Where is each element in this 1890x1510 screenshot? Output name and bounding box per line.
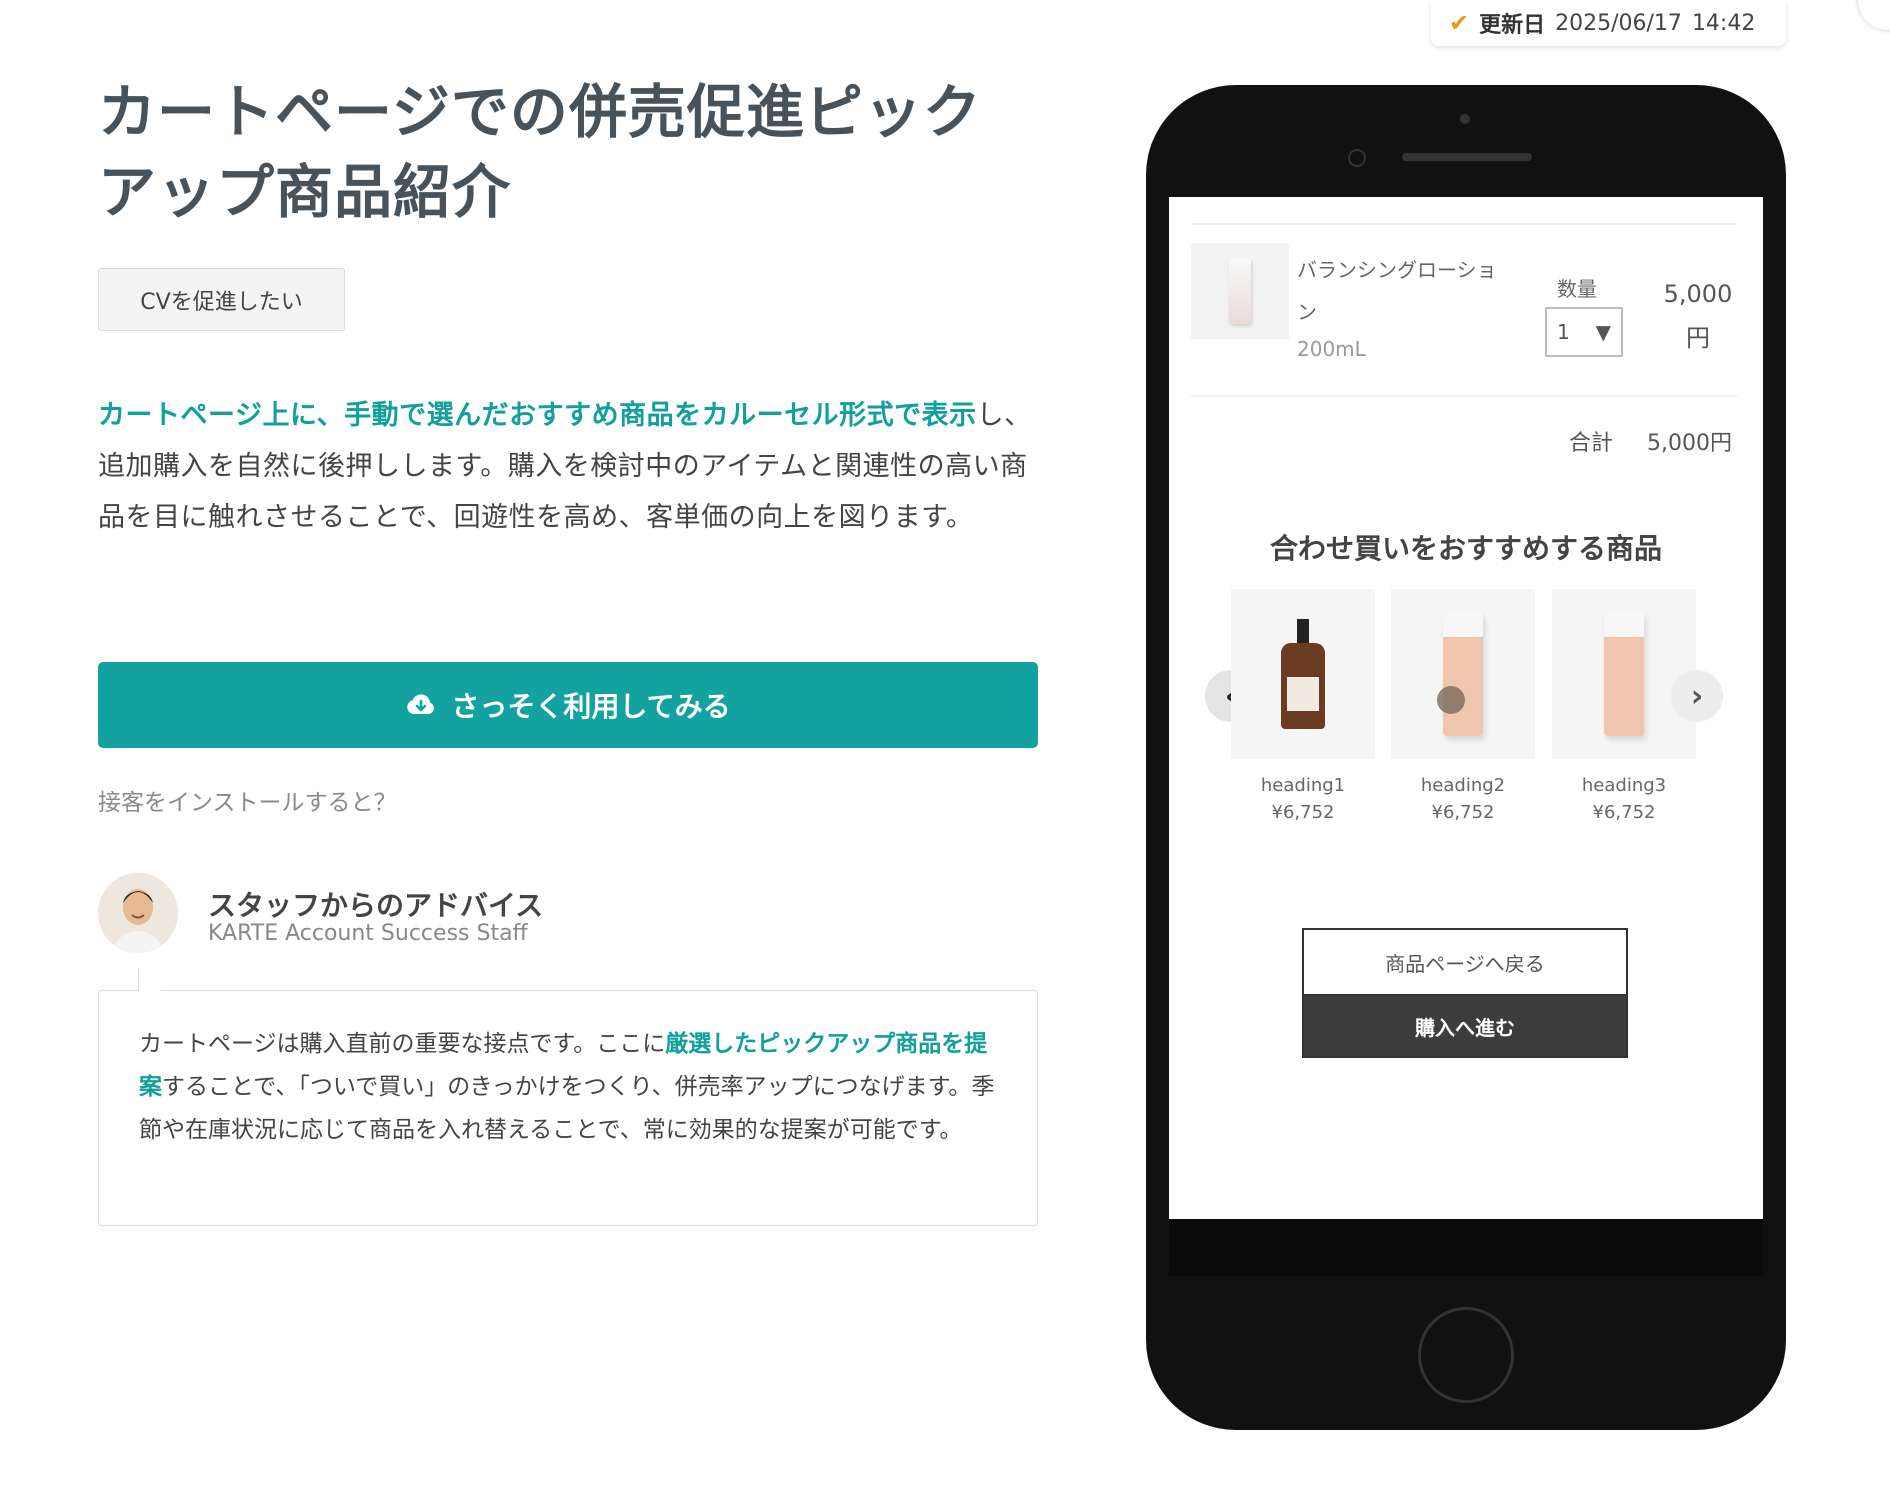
front-camera	[1348, 149, 1366, 167]
phone-screen: バランシングローション 200mL 数量 1 ▼ 5,000 円 合計 5,00…	[1169, 197, 1763, 1219]
quantity-label: 数量	[1557, 277, 1597, 301]
product-card-name[interactable]: heading1	[1231, 775, 1375, 796]
home-button	[1418, 1307, 1514, 1403]
product-card-image[interactable]	[1552, 589, 1696, 759]
product-card-name[interactable]: heading2	[1391, 775, 1535, 796]
person-icon	[98, 873, 178, 953]
screen-bezel	[1169, 1219, 1763, 1276]
staff-advice-title: スタッフからのアドバイス	[208, 889, 544, 922]
back-to-product-button[interactable]: 商品ページへ戻る	[1302, 928, 1628, 994]
description: カートページ上に、手動で選んだおすすめ商品をカルーセル形式で表示し、追加購入を自…	[98, 390, 1038, 543]
product-card-image[interactable]	[1231, 589, 1375, 759]
corner-widget	[1858, 0, 1890, 30]
quantity-select[interactable]: 1 ▼	[1545, 307, 1623, 357]
update-label: 更新日	[1479, 13, 1546, 38]
sensor-dot	[1460, 114, 1470, 124]
product-card-price: ¥6,752	[1592, 802, 1656, 823]
price-unit: 円	[1686, 324, 1710, 352]
carousel-indicator	[1437, 686, 1465, 714]
quantity-value: 1	[1557, 320, 1570, 344]
bottle-icon	[1229, 258, 1251, 324]
bottle-icon	[1604, 612, 1644, 736]
description-highlight: カートページ上に、手動で選んだおすすめ商品をカルーセル形式で表示	[98, 400, 977, 431]
advice-text-2: することで、「ついで買い」のきっかけをつくり、併売率アップにつなげます。季節や在…	[139, 1074, 995, 1143]
cart-product-size: 200mL	[1297, 337, 1366, 361]
total-value: 5,000円	[1647, 431, 1732, 456]
advice-text-1: カートページは購入直前の重要な接点です。ここに	[139, 1031, 666, 1057]
speaker-grille	[1402, 153, 1532, 161]
divider	[1191, 395, 1737, 397]
check-icon: ✔	[1449, 9, 1470, 37]
staff-role: KARTE Account Success Staff	[208, 921, 528, 946]
page-title: カートページでの併売促進ピックアップ商品紹介	[98, 78, 982, 226]
cart-product-name: バランシングローション	[1297, 258, 1497, 324]
cart-product-price: 5,000 円	[1659, 272, 1737, 360]
advice-box: カートページは購入直前の重要な接点です。ここに厳選したピックアップ商品を提案する…	[98, 990, 1038, 1226]
dropdown-arrow-icon: ▼	[1595, 320, 1611, 344]
carousel-next-button[interactable]: ›	[1671, 670, 1723, 722]
try-now-button[interactable]: さっそく利用してみる	[98, 662, 1038, 748]
install-info-link[interactable]: 接客をインストールすると？	[98, 783, 397, 817]
product-card-price: ¥6,752	[1271, 802, 1335, 823]
update-time: 14:42	[1691, 10, 1756, 36]
cloud-download-icon	[407, 694, 435, 714]
update-date: 2025/06/17	[1555, 10, 1682, 36]
cart-product-image	[1191, 243, 1289, 339]
try-now-label: さっそく利用してみる	[451, 690, 731, 723]
bottle-icon	[1281, 619, 1325, 729]
bottle-icon	[1443, 612, 1483, 736]
chevron-right-icon: ›	[1690, 678, 1704, 714]
product-card-name[interactable]: heading3	[1552, 775, 1696, 796]
price-value: 5,000	[1663, 280, 1733, 308]
staff-avatar	[98, 873, 178, 953]
update-badge: ✔ 更新日 2025/06/17 14:42	[1431, 0, 1786, 46]
proceed-to-purchase-button[interactable]: 購入へ進む	[1302, 994, 1628, 1058]
recommend-title: 合わせ買いをおすすめする商品	[1269, 532, 1662, 565]
total-label: 合計	[1569, 431, 1614, 456]
divider	[1191, 223, 1737, 225]
category-tag[interactable]: CVを促進したい	[98, 268, 345, 331]
product-card-image[interactable]	[1391, 589, 1535, 759]
product-card-price: ¥6,752	[1431, 802, 1495, 823]
